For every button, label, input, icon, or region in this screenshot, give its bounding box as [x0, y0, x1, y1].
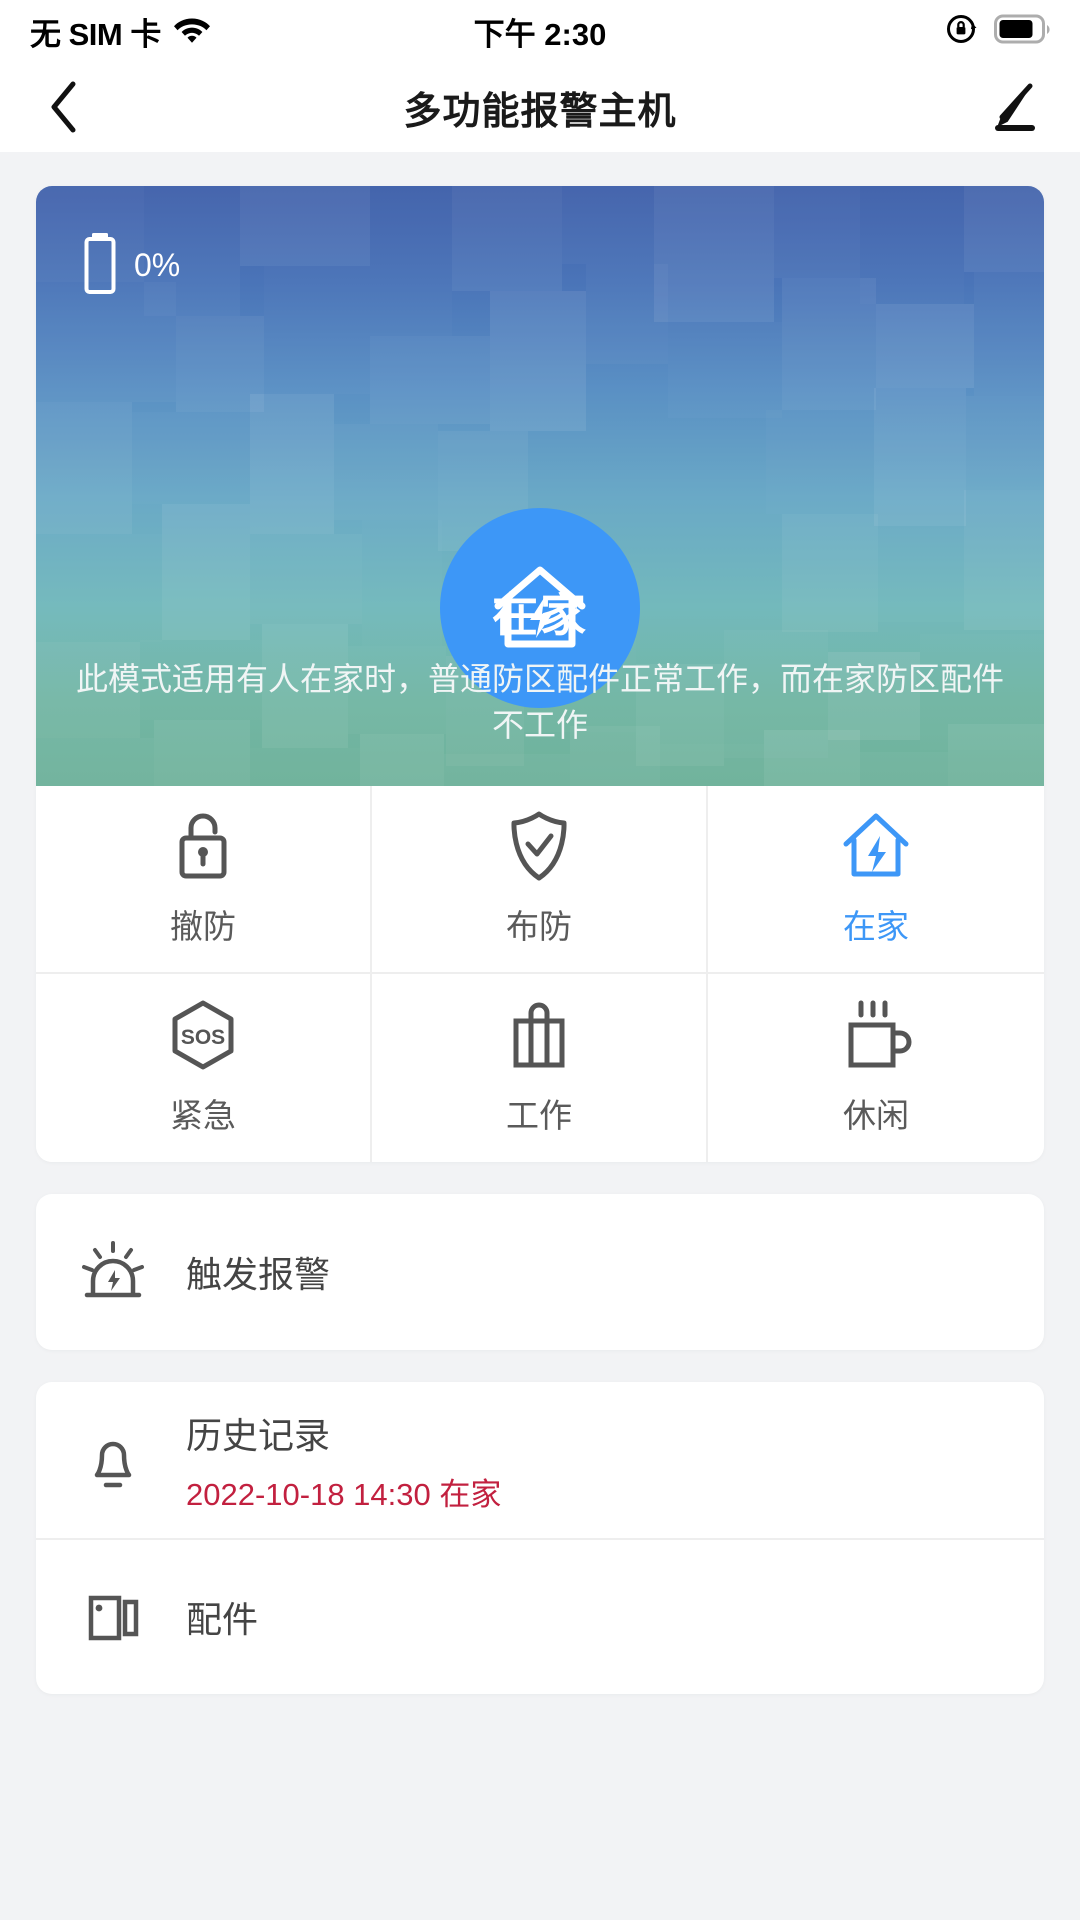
history-detail: 2022-10-18 14:30 在家 — [186, 1476, 502, 1512]
bell-icon — [80, 1427, 146, 1493]
history-label: 历史记录 — [186, 1414, 331, 1456]
wifi-icon — [173, 14, 211, 49]
carrier-label: 无 SIM 卡 — [30, 16, 161, 52]
mode-button-label: 在家 — [842, 908, 909, 945]
door-sensor-icon — [80, 1584, 146, 1650]
mode-button-sos[interactable]: SOS 紧急 — [36, 974, 372, 1162]
edit-button[interactable] — [982, 75, 1046, 139]
house-lightning-icon — [840, 810, 912, 882]
page-title-wrap: 多功能报警主机 — [0, 62, 1080, 152]
accessories-label: 配件 — [186, 1599, 259, 1640]
svg-text:SOS: SOS — [181, 1026, 225, 1049]
mode-card: 0% 在家 此模式适用有人在家时，普通防区配件正常工作，而在家防区配件不工作 撤… — [36, 186, 1044, 1162]
sos-hexagon-icon: SOS — [167, 999, 239, 1071]
accessories-row[interactable]: 配件 — [36, 1538, 1044, 1694]
battery-vertical-icon — [82, 232, 118, 299]
unlock-padlock-icon — [171, 810, 235, 882]
mode-button-label: 撤防 — [169, 908, 236, 945]
mode-button-label: 工作 — [505, 1097, 572, 1134]
mode-button-leisure[interactable]: 休闲 — [708, 974, 1044, 1162]
mode-button-label: 休闲 — [842, 1097, 909, 1134]
mode-button-home[interactable]: 在家 — [707, 786, 1044, 974]
hero-text-block: 在家 此模式适用有人在家时，普通防区配件正常工作，而在家防区配件不工作 — [36, 579, 1044, 748]
siren-alarm-icon — [80, 1239, 146, 1305]
nav-bar: 多功能报警主机 — [0, 62, 1080, 152]
device-battery: 0% — [82, 232, 180, 299]
mode-grid: 撤防 布防 在家 SOS 紧急 工作 休闲 — [36, 786, 1044, 1162]
battery-icon — [994, 14, 1050, 49]
history-text-block: 历史记录 2022-10-18 14:30 在家 — [186, 1407, 501, 1514]
hero-panel: 0% 在家 此模式适用有人在家时，普通防区配件正常工作，而在家防区配件不工作 — [36, 186, 1044, 786]
back-button[interactable] — [34, 77, 94, 137]
device-battery-label: 0% — [134, 247, 181, 283]
status-bar-left: 无 SIM 卡 — [30, 9, 211, 54]
clock-label: 下午 2:30 — [473, 16, 607, 52]
coffee-mug-icon — [839, 999, 913, 1071]
status-bar-right — [944, 11, 1050, 52]
mode-button-arm[interactable]: 布防 — [371, 786, 708, 974]
trigger-alarm-row[interactable]: 触发报警 — [36, 1194, 1044, 1350]
page-content: 0% 在家 此模式适用有人在家时，普通防区配件正常工作，而在家防区配件不工作 撤… — [0, 152, 1080, 1694]
shield-check-icon — [508, 810, 570, 882]
trigger-alarm-card: 触发报警 — [36, 1194, 1044, 1350]
mode-name: 在家 — [492, 589, 588, 642]
mode-button-label: 紧急 — [169, 1097, 236, 1134]
briefcase-icon — [507, 999, 571, 1071]
status-bar: 无 SIM 卡 下午 2:30 — [0, 0, 1080, 62]
mode-button-label: 布防 — [505, 908, 572, 945]
page-title: 多功能报警主机 — [403, 90, 677, 133]
mode-button-work[interactable]: 工作 — [372, 974, 708, 1162]
rotation-lock-icon — [944, 11, 980, 52]
list-card: 历史记录 2022-10-18 14:30 在家 配件 — [36, 1382, 1044, 1694]
history-row[interactable]: 历史记录 2022-10-18 14:30 在家 — [36, 1382, 1044, 1538]
mode-description: 此模式适用有人在家时，普通防区配件正常工作，而在家防区配件不工作 — [76, 661, 1005, 743]
trigger-alarm-label: 触发报警 — [186, 1254, 331, 1295]
chevron-left-icon — [51, 81, 76, 133]
pencil-edit-icon — [995, 83, 1035, 131]
mode-button-disarm[interactable]: 撤防 — [36, 786, 372, 974]
